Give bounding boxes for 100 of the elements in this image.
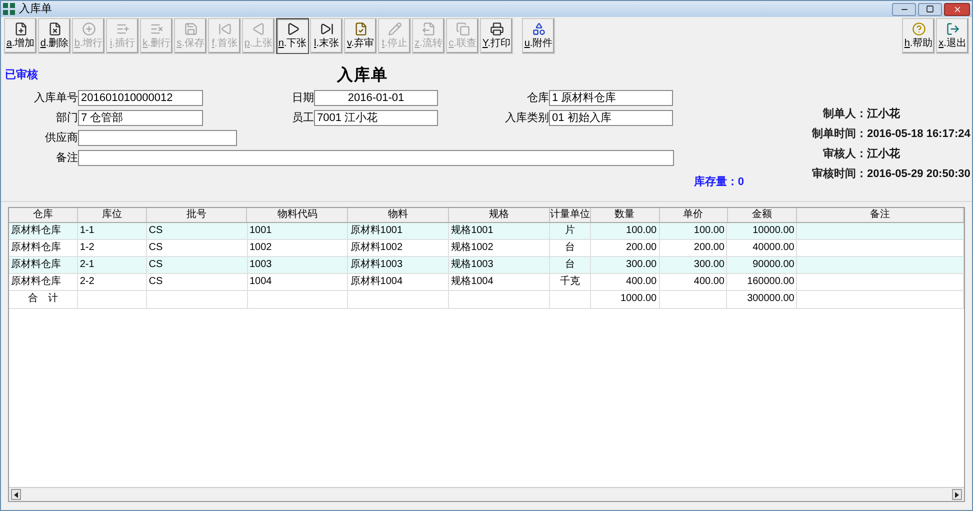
- table-cell: 300.00: [660, 257, 728, 273]
- table-cell: 原材料仓库: [9, 257, 78, 273]
- skip-back-icon: [218, 22, 232, 36]
- shapes-icon: [532, 22, 546, 36]
- table-cell: 原材料仓库: [9, 240, 78, 256]
- printer-icon: [490, 22, 504, 36]
- field-label: 员工: [292, 110, 314, 126]
- table-cell: 原材料1002: [348, 240, 450, 256]
- info-value: 2016-05-29 20:50:30: [867, 166, 970, 182]
- skip-forward-icon: [320, 22, 334, 36]
- table-cell: CS: [146, 240, 248, 256]
- column-header: 备注: [797, 208, 964, 222]
- table-cell: 100.00: [660, 223, 728, 239]
- table-cell: 200.00: [590, 240, 660, 256]
- toolbar-button[interactable]: n.下张: [276, 18, 309, 54]
- table-cell: 200.00: [660, 240, 728, 256]
- table-cell: 1-2: [78, 240, 147, 256]
- table-cell: 1002: [248, 240, 348, 256]
- table-cell: 100.00: [590, 223, 660, 239]
- close-button[interactable]: [944, 2, 970, 16]
- column-header: 数量: [590, 208, 660, 222]
- app-icon: [3, 3, 15, 15]
- table-cell: 原材料1004: [348, 274, 450, 290]
- table-cell: 台: [550, 240, 591, 256]
- table-cell: 2-2: [78, 274, 147, 290]
- file-output-icon: [422, 22, 436, 36]
- table-cell: 1001: [248, 223, 348, 239]
- input-field[interactable]: 201601010000012: [78, 90, 203, 106]
- table-cell: 原材料仓库: [9, 274, 78, 290]
- input-field[interactable]: 1 原材料仓库: [549, 90, 673, 106]
- info-value: 2016-05-18 16:17:24: [867, 126, 970, 142]
- toolbar-button[interactable]: u.附件: [522, 18, 555, 54]
- column-header: 单价: [660, 208, 728, 222]
- table-cell: 300.00: [590, 257, 660, 273]
- column-header: 计量单位: [550, 208, 591, 222]
- column-header: 物料: [348, 208, 450, 222]
- info-value: 江小花: [867, 106, 900, 122]
- table-cell: 1-1: [78, 223, 147, 239]
- list-x-icon: [150, 22, 164, 36]
- toolbar-button[interactable]: x.退出: [936, 18, 969, 54]
- previous-icon: [252, 22, 266, 36]
- list-plus-icon: [116, 22, 130, 36]
- table-cell: 90000.00: [727, 257, 798, 273]
- horizontal-scrollbar[interactable]: [9, 487, 964, 501]
- copy-icon: [456, 22, 470, 36]
- table-cell: 400.00: [660, 274, 728, 290]
- table-cell: 1000.00: [590, 291, 660, 308]
- column-header: 规格: [449, 208, 550, 222]
- toolbar-button[interactable]: Y.打印: [480, 18, 513, 54]
- scroll-left-icon[interactable]: [11, 489, 21, 500]
- stock-quantity: 库存量：0: [694, 174, 744, 190]
- table-cell: 1003: [248, 257, 348, 273]
- info-label: 审核人：: [823, 146, 867, 162]
- table-cell: CS: [146, 257, 248, 273]
- input-field[interactable]: 7 仓管部: [78, 110, 203, 126]
- table-cell: 1004: [248, 274, 348, 290]
- input-field[interactable]: [78, 130, 237, 146]
- table-cell: 40000.00: [727, 240, 798, 256]
- play-icon: [286, 22, 300, 36]
- table-cell: 160000.00: [727, 274, 798, 290]
- toolbar-button[interactable]: h.帮助: [902, 18, 935, 54]
- toolbar-button[interactable]: a.增加: [4, 18, 37, 54]
- field-label: 供应商: [45, 130, 78, 146]
- input-field[interactable]: [78, 150, 674, 166]
- scroll-right-icon[interactable]: [952, 489, 962, 500]
- table-cell: 片: [550, 223, 591, 239]
- column-header: 物料代码: [247, 208, 348, 222]
- table-cell: 规格1002: [449, 240, 550, 256]
- window-title: 入库单: [19, 2, 52, 16]
- toolbar-button[interactable]: l.末张: [310, 18, 343, 54]
- table-cell: 原材料1001: [348, 223, 450, 239]
- input-field[interactable]: 7001 江小花: [314, 110, 438, 126]
- field-label: 备注: [56, 150, 78, 166]
- table-cell: 规格1003: [449, 257, 550, 273]
- column-header: 金额: [728, 208, 798, 222]
- table-cell: 2-1: [78, 257, 147, 273]
- table-cell: 400.00: [590, 274, 660, 290]
- exit-icon: [946, 22, 960, 36]
- table-cell: 300000.00: [727, 291, 798, 308]
- table-cell: 规格1001: [449, 223, 550, 239]
- field-label: 日期: [292, 90, 314, 106]
- save-icon: [184, 22, 198, 36]
- table-cell: CS: [146, 223, 248, 239]
- help-icon: [912, 22, 926, 36]
- toolbar-button[interactable]: v.弃审: [344, 18, 377, 54]
- table-cell: CS: [146, 274, 248, 290]
- table-cell: 规格1004: [449, 274, 550, 290]
- maximize-button[interactable]: [918, 2, 942, 16]
- table-cell: 合 计: [9, 291, 78, 308]
- info-label: 制单时间：: [812, 126, 867, 142]
- table-cell: 10000.00: [727, 223, 798, 239]
- file-plus-icon: [14, 22, 28, 36]
- input-field[interactable]: 2016-01-01: [314, 90, 438, 106]
- field-label: 入库类别: [505, 110, 549, 126]
- toolbar-button[interactable]: d.删除: [38, 18, 71, 54]
- status-label: 已审核: [5, 68, 39, 83]
- input-field[interactable]: 01 初始入库: [549, 110, 673, 126]
- plus-circle-icon: [82, 22, 96, 36]
- info-label: 审核时间：: [812, 166, 867, 182]
- field-label: 部门: [56, 110, 78, 126]
